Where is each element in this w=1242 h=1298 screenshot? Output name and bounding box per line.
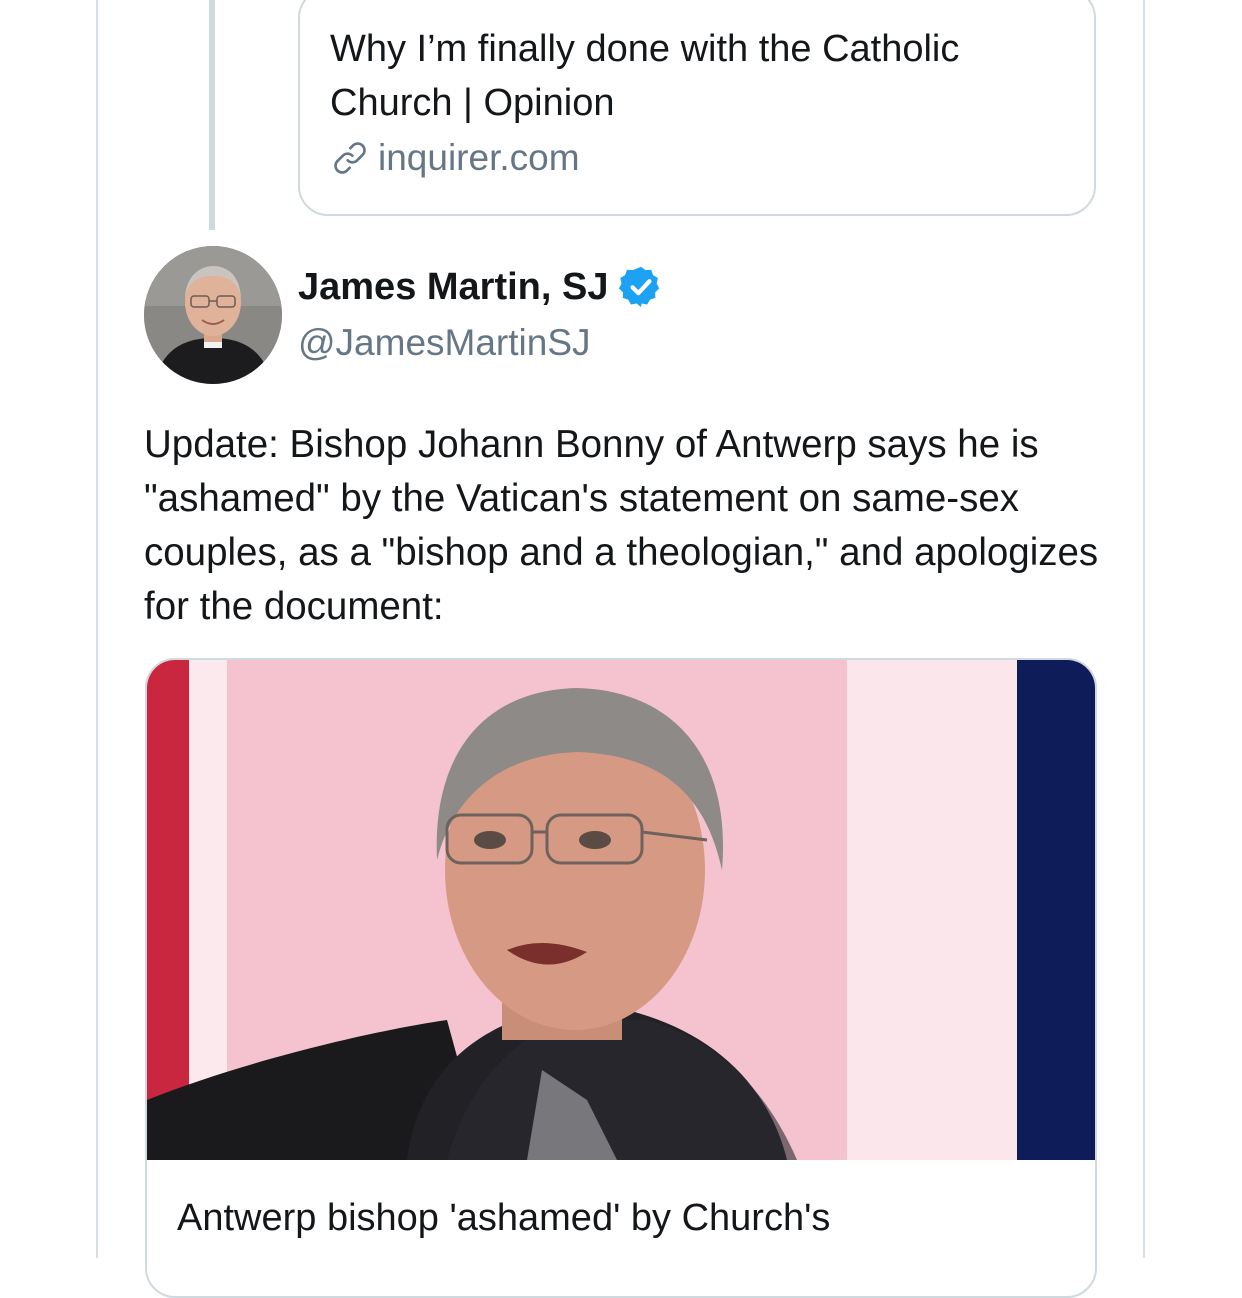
author-handle[interactable]: @JamesMartinSJ (298, 322, 591, 364)
link-card-domain-row: inquirer.com (330, 136, 580, 180)
article-image (147, 660, 1095, 1160)
avatar[interactable] (144, 246, 282, 384)
linked-article-card[interactable]: Antwerp bishop 'ashamed' by Church's (145, 658, 1097, 1298)
timeline-border-right (1143, 0, 1145, 1258)
link-card-domain: inquirer.com (378, 137, 580, 178)
author-name-row[interactable]: James Martin, SJ (298, 264, 664, 310)
link-card-title: Why I’m finally done with the Catholic C… (330, 28, 960, 124)
thread-connector-line (209, 0, 215, 230)
quoted-link-card[interactable]: Why I’m finally done with the Catholic C… (298, 0, 1096, 216)
tweet-text: Update: Bishop Johann Bonny of Antwerp s… (144, 423, 1099, 628)
verified-icon (619, 266, 660, 308)
avatar-photo (144, 246, 282, 384)
author-display-name: James Martin, SJ (298, 265, 609, 308)
timeline-border-left (96, 0, 98, 1258)
link-icon (334, 142, 366, 174)
article-title: Antwerp bishop 'ashamed' by Church's (177, 1197, 831, 1239)
